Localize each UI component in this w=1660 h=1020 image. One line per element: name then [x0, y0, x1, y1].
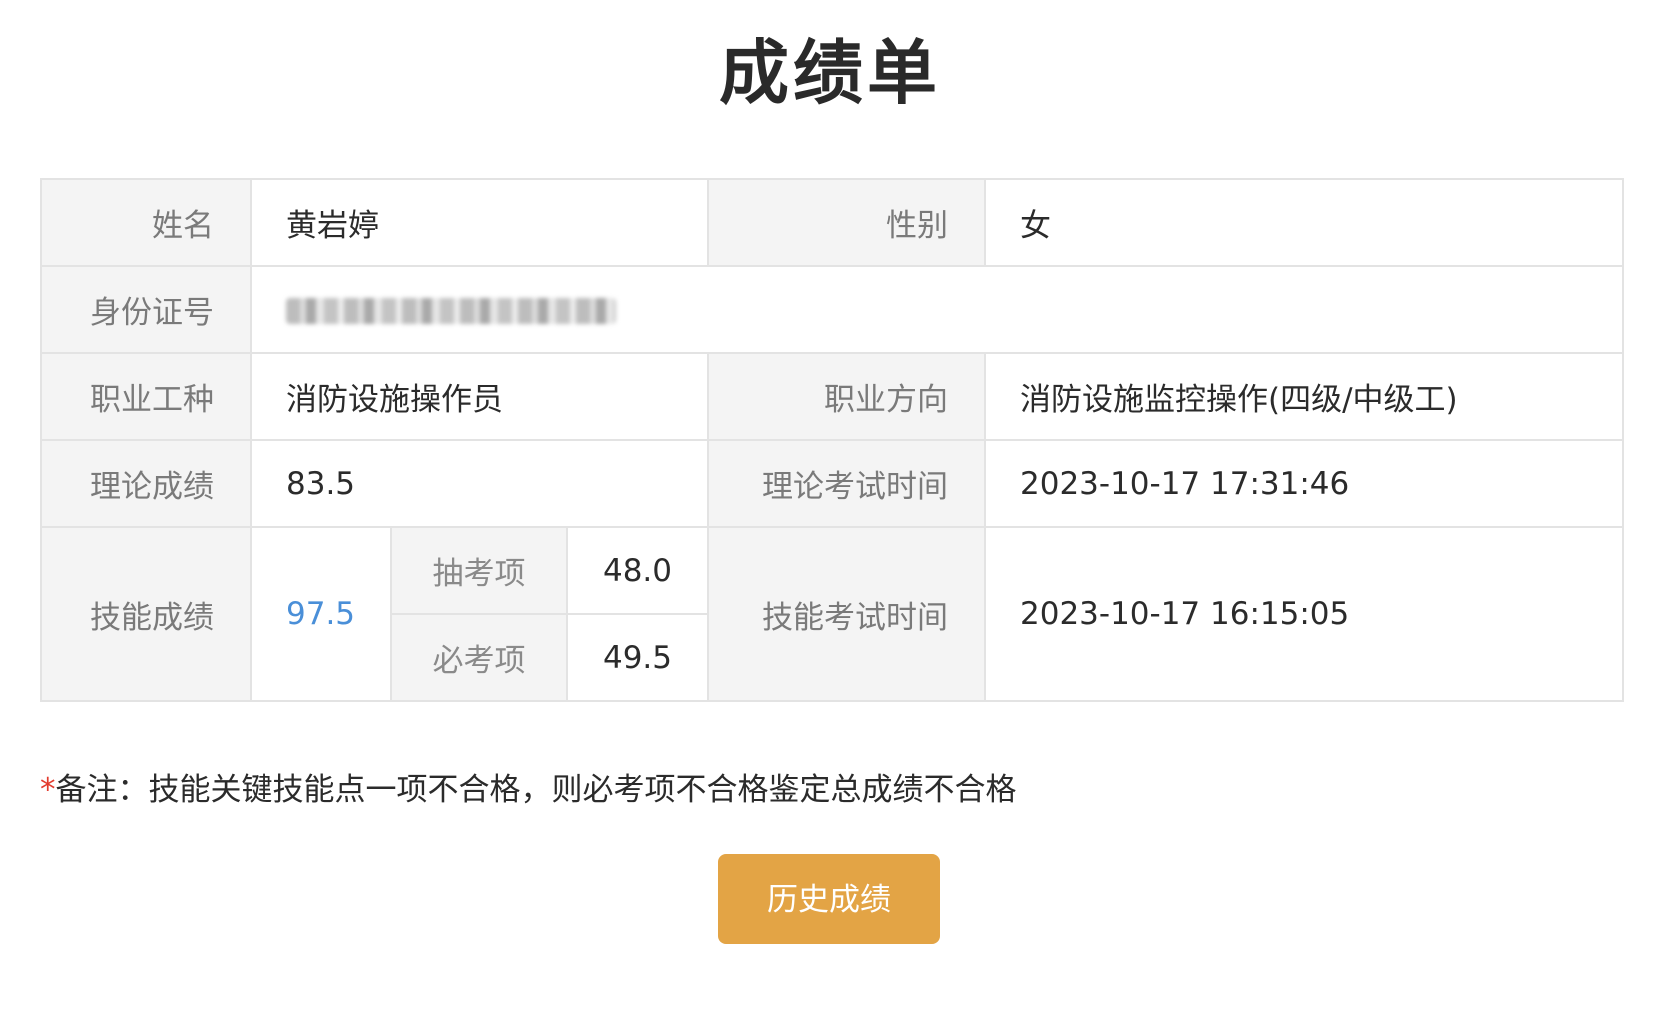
- id-number-value: [250, 265, 1624, 354]
- remark-text: 备注：技能关键技能点一项不合格，则必考项不合格鉴定总成绩不合格: [55, 772, 1017, 808]
- required-star: *: [40, 772, 56, 808]
- theory-time-value: 2023-10-17 17:31:46: [984, 439, 1624, 528]
- skill-time-label: 技能考试时间: [707, 526, 986, 702]
- gender-value: 女: [984, 178, 1624, 267]
- name-label: 姓名: [40, 178, 252, 267]
- redacted-id-number: [286, 298, 616, 324]
- name-value: 黄岩婷: [250, 178, 709, 267]
- skill-time-value: 2023-10-17 16:15:05: [984, 526, 1624, 702]
- random-item-value: 48.0: [566, 526, 709, 615]
- table-row: 姓名 黄岩婷 性别 女: [40, 178, 1624, 267]
- random-item-label: 抽考项: [390, 526, 568, 615]
- theory-score-label: 理论成绩: [40, 439, 252, 528]
- occupation-value: 消防设施操作员: [250, 352, 709, 441]
- skill-score-value: 97.5: [250, 526, 392, 702]
- remark-note: *备注：技能关键技能点一项不合格，则必考项不合格鉴定总成绩不合格: [40, 768, 1017, 812]
- table-row: 技能成绩 97.5 抽考项 48.0 技能考试时间 2023-10-17 16:…: [40, 526, 1624, 702]
- history-scores-button[interactable]: 历史成绩: [718, 854, 940, 944]
- id-number-label: 身份证号: [40, 265, 252, 354]
- table-row: 身份证号: [40, 265, 1624, 354]
- direction-label: 职业方向: [707, 352, 986, 441]
- theory-time-label: 理论考试时间: [707, 439, 986, 528]
- required-item-label: 必考项: [390, 613, 568, 702]
- grade-table: 姓名 黄岩婷 性别 女 身份证号 职业工种 消防设施操作员 职业方向 消防设施监…: [40, 178, 1624, 702]
- table-row: 职业工种 消防设施操作员 职业方向 消防设施监控操作(四级/中级工): [40, 352, 1624, 441]
- gender-label: 性别: [707, 178, 986, 267]
- theory-score-value: 83.5: [250, 439, 709, 528]
- skill-score-label: 技能成绩: [40, 526, 252, 702]
- table-row: 理论成绩 83.5 理论考试时间 2023-10-17 17:31:46: [40, 439, 1624, 528]
- direction-value: 消防设施监控操作(四级/中级工): [984, 352, 1624, 441]
- required-item-value: 49.5: [566, 613, 709, 702]
- occupation-label: 职业工种: [40, 352, 252, 441]
- page-title: 成绩单: [719, 32, 941, 114]
